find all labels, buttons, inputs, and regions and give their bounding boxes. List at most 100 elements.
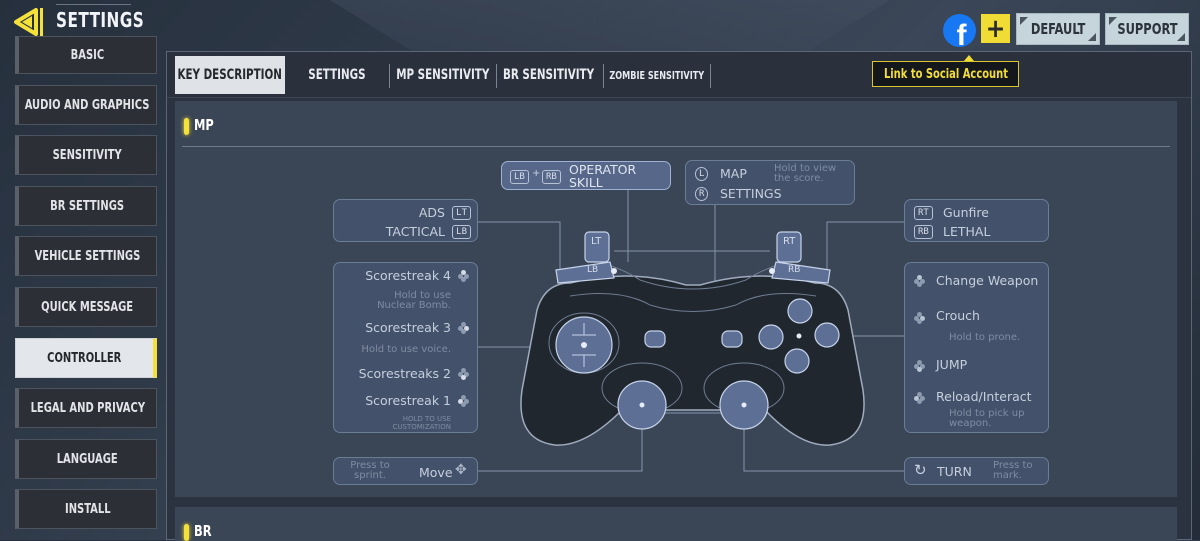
tab-divider: [710, 64, 711, 88]
crouch-label: Crouch: [936, 308, 980, 323]
section-marker: [184, 524, 189, 541]
title-divider-top: [56, 4, 131, 5]
sidebar-item-install[interactable]: INSTALL: [15, 489, 157, 530]
operator-skill-label-2: SKILL: [569, 175, 603, 190]
sidebar-item-label: INSTALL: [64, 501, 111, 518]
face-top-icon: [914, 275, 926, 287]
facebook-button[interactable]: f: [943, 14, 976, 47]
dpad-callout: Scorestreak 4 Hold to use Nuclear Bomb. S…: [333, 262, 478, 433]
section-divider: [182, 146, 1170, 147]
scorestreak-3-label: Scorestreak 3: [365, 320, 451, 335]
sprint-hint: Press to sprint.: [350, 460, 390, 481]
plus-icon: +: [985, 13, 1006, 44]
face-buttons-callout: Change Weapon Crouch Hold to prone. JUMP…: [904, 262, 1049, 433]
sidebar-item-label: LANGUAGE: [56, 450, 118, 467]
crouch-hint: Hold to prone.: [949, 332, 1021, 343]
section-title-br: BR: [194, 522, 212, 540]
dpad-up-icon: [458, 270, 470, 282]
section-marker: [184, 118, 189, 135]
move-icon: ✥: [455, 462, 467, 478]
social-account-tooltip: Link to Social Account: [872, 55, 1019, 87]
scorestreak-1-hint: HOLD TO USE CUSTOMIZATION: [392, 415, 451, 431]
face-right-icon: [914, 312, 926, 324]
sidebar-item-label: AUDIO AND GRAPHICS: [25, 96, 150, 113]
left-stick-callout: Press to sprint. Move ✥: [333, 457, 478, 485]
lb-key-icon: LB: [452, 225, 471, 239]
rt-label: RT: [783, 236, 796, 247]
r-stick-key-icon: R: [695, 187, 709, 201]
reload-hint: Hold to pick up weapon.: [949, 408, 1025, 429]
mark-hint: Press to mark.: [993, 460, 1033, 481]
sidebar-item-label: LEGAL AND PRIVACY: [30, 400, 145, 417]
tactical-label: TACTICAL: [385, 224, 445, 239]
tab-label: SETTINGS: [308, 67, 366, 83]
sidebar-item-quick-message[interactable]: QUICK MESSAGE: [15, 286, 157, 327]
scorestreak-3-hint: Hold to use voice.: [361, 344, 451, 355]
sidebar-item-controller[interactable]: CONTROLLER: [15, 337, 157, 378]
sidebar-item-sensitivity[interactable]: SENSITIVITY: [15, 135, 157, 176]
map-hint: Hold to view the score.: [774, 163, 837, 184]
map-settings-callout: L MAP Hold to view the score. R SETTINGS: [685, 160, 855, 205]
rb-label: RB: [788, 265, 801, 275]
turn-label: TURN: [937, 464, 972, 479]
operator-skill-callout: LB + RB OPERATOR SKILL: [501, 161, 671, 190]
scorestreak-4-hint: Hold to use Nuclear Bomb.: [377, 290, 451, 311]
rt-key-icon: RT: [914, 206, 933, 220]
ads-label: ADS: [418, 205, 445, 220]
sidebar-item-vehicle-settings[interactable]: VEHICLE SETTINGS: [15, 236, 157, 277]
br-section: BR: [175, 507, 1177, 541]
section-title-mp: MP: [194, 116, 214, 134]
tab-settings[interactable]: SETTINGS: [297, 56, 377, 94]
lethal-label: LETHAL: [943, 224, 991, 239]
scorestreak-1-label: Scorestreak 1: [365, 393, 451, 408]
tab-divider: [496, 64, 497, 88]
lb-key-icon: LB: [510, 170, 529, 184]
scorestreak-4-label: Scorestreak 4: [365, 268, 451, 283]
lt-key-icon: LT: [452, 206, 471, 220]
sidebar: BASIC AUDIO AND GRAPHICS SENSITIVITY BR …: [15, 36, 157, 540]
move-label: Move: [419, 465, 453, 480]
tab-label: BR SENSITIVITY: [503, 67, 595, 83]
turn-icon: ↻: [914, 461, 927, 479]
default-button[interactable]: DEFAULT: [1016, 13, 1100, 45]
sidebar-item-br-settings[interactable]: BR SETTINGS: [15, 185, 157, 226]
rb-key-icon: RB: [542, 170, 561, 184]
sidebar-item-label: CONTROLLER: [47, 349, 122, 366]
ads-tactical-callout: ADS LT TACTICAL LB: [333, 199, 478, 242]
tab-divider: [603, 64, 604, 88]
tab-key-description[interactable]: KEY DESCRIPTION: [175, 56, 285, 94]
link-account-button[interactable]: +: [981, 14, 1010, 43]
face-left-icon: [914, 392, 926, 404]
sidebar-item-label: VEHICLE SETTINGS: [34, 248, 141, 265]
sidebar-item-legal-and-privacy[interactable]: LEGAL AND PRIVACY: [15, 388, 157, 429]
tab-label: MP SENSITIVITY: [396, 67, 490, 83]
tab-label: KEY DESCRIPTION: [177, 67, 283, 83]
reload-interact-label: Reload/Interact: [936, 389, 1032, 404]
default-button-label: DEFAULT: [1030, 20, 1086, 38]
sidebar-item-label: BASIC: [70, 47, 105, 63]
sidebar-item-label: SENSITIVITY: [52, 147, 123, 164]
l-stick-key-icon: L: [695, 167, 709, 181]
tab-mp-sensitivity[interactable]: MP SENSITIVITY: [393, 56, 493, 94]
tab-divider: [389, 64, 390, 88]
sidebar-item-label: QUICK MESSAGE: [41, 298, 134, 315]
support-button[interactable]: SUPPORT: [1105, 13, 1189, 45]
back-button[interactable]: [12, 6, 46, 38]
change-weapon-label: Change Weapon: [936, 273, 1039, 288]
tab-br-sensitivity[interactable]: BR SENSITIVITY: [499, 56, 599, 94]
back-arrow-icon: [14, 8, 43, 36]
right-stick-callout: ↻ TURN Press to mark.: [904, 457, 1049, 485]
sidebar-item-basic[interactable]: BASIC: [15, 36, 157, 74]
rb-key-icon: RB: [914, 225, 933, 239]
tab-bar: KEY DESCRIPTION SETTINGS MP SENSITIVITY …: [167, 52, 1191, 98]
lt-label: LT: [591, 236, 602, 247]
gunfire-lethal-callout: RT Gunfire RB LETHAL: [904, 199, 1049, 242]
sidebar-item-audio-and-graphics[interactable]: AUDIO AND GRAPHICS: [15, 84, 157, 125]
facebook-icon: f: [956, 19, 967, 48]
map-label: MAP: [720, 166, 747, 181]
page-title: SETTINGS: [56, 8, 145, 32]
tooltip-text: Link to Social Account: [883, 66, 1008, 82]
tab-zombie-sensitivity[interactable]: ZOMBIE SENSITIVITY: [605, 56, 709, 94]
dpad-left-icon: [458, 395, 470, 407]
sidebar-item-language[interactable]: LANGUAGE: [15, 438, 157, 479]
